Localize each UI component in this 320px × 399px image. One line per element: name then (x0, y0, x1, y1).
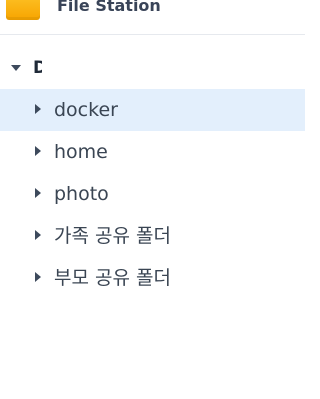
app-header: File Station (0, 0, 305, 35)
caret-right-icon[interactable] (35, 188, 41, 198)
tree-item-label: docker (54, 99, 118, 121)
tree-item-docker[interactable]: docker (0, 89, 305, 131)
app-title: File Station (57, 0, 161, 15)
tree-item-home[interactable]: home (0, 131, 305, 173)
file-station-window: File Station DiskStation docker home pho… (0, 0, 305, 399)
tree-item-family-shared-folder[interactable]: 가족 공유 폴더 (0, 215, 305, 257)
tree-item-label: photo (54, 183, 109, 205)
caret-right-icon[interactable] (35, 104, 41, 114)
caret-down-icon[interactable] (11, 65, 21, 71)
tree-item-parents-shared-folder[interactable]: 부모 공유 폴더 (0, 257, 305, 299)
file-station-folder-icon (6, 0, 40, 20)
tree-item-label: 부모 공유 폴더 (54, 267, 171, 289)
tree-root-label: DiskStation (33, 58, 42, 78)
caret-right-icon[interactable] (35, 230, 41, 240)
tree-item-photo[interactable]: photo (0, 173, 305, 215)
folder-tree: DiskStation docker home photo 가족 공유 폴더 부… (0, 47, 305, 299)
tree-root-node[interactable]: DiskStation (0, 47, 305, 89)
tree-item-label: 가족 공유 폴더 (54, 225, 171, 247)
tree-item-label: home (54, 141, 108, 163)
caret-right-icon[interactable] (35, 272, 41, 282)
caret-right-icon[interactable] (35, 146, 41, 156)
